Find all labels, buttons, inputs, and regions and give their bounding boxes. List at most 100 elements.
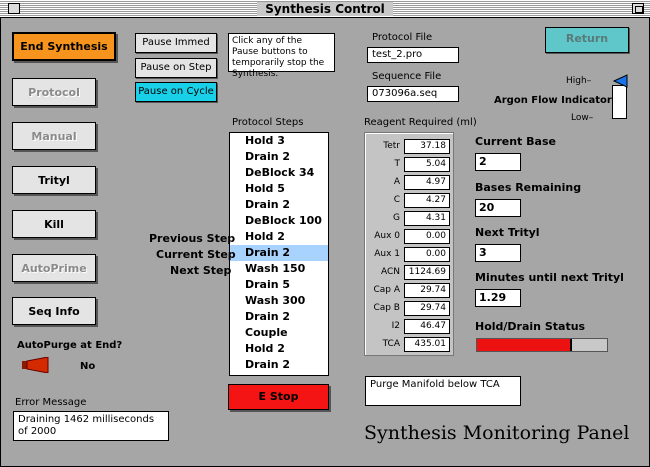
reagent-name: A (393, 177, 400, 187)
reagent-value: 29.74 (404, 301, 450, 316)
reagent-name: Cap B (373, 303, 400, 313)
reagent-row: G 4.31 (367, 210, 453, 227)
protocol-step-item[interactable]: Couple (230, 325, 328, 341)
reagent-row: ACN 1124.69 (367, 264, 453, 281)
protocol-steps-label: Protocol Steps (232, 117, 304, 128)
status-message-field: Purge Manifold below TCA (365, 376, 521, 406)
protocol-step-item[interactable]: DeBlock 100 (230, 213, 328, 229)
protocol-button[interactable]: Protocol (12, 78, 96, 106)
protocol-step-item[interactable]: Wash 150 (230, 261, 328, 277)
reagent-row: TCA 435.01 (367, 336, 453, 353)
autopurge-value: No (80, 361, 96, 372)
protocol-file-label: Protocol File (372, 32, 433, 43)
trityl-button[interactable]: Trityl (12, 166, 96, 194)
pause-help-text: Click any of the Pause buttons to tempor… (228, 33, 335, 79)
argon-flow-gauge (612, 85, 627, 119)
argon-low-label: Low– (571, 113, 594, 123)
reagent-name: TCA (382, 339, 400, 349)
protocol-step-item[interactable]: Wash 300 (230, 293, 328, 309)
reagent-name: Tetr (383, 141, 400, 151)
reagent-name: Aux 0 (374, 231, 400, 241)
sequence-file-label: Sequence File (372, 71, 442, 82)
reagent-row: Aux 1 0.00 (367, 246, 453, 263)
next-trityl-field: 3 (475, 244, 521, 262)
reagent-name: Aux 1 (374, 249, 400, 259)
reagent-value: 4.27 (404, 193, 450, 208)
protocol-step-item[interactable]: Drain 2 (230, 197, 328, 213)
reagent-row: Cap B 29.74 (367, 300, 453, 317)
pause-on-cycle-button[interactable]: Pause on Cycle (135, 82, 217, 102)
protocol-file-field: test_2.pro (367, 47, 459, 63)
protocol-step-item[interactable]: DeBlock 34 (230, 165, 328, 181)
autopurge-label: AutoPurge at End? (17, 340, 123, 351)
hold-drain-label: Hold/Drain Status (475, 320, 586, 333)
protocol-step-item[interactable]: Drain 2 (230, 357, 328, 373)
protocol-steps-list[interactable]: Hold 3 Drain 2 DeBlock 34 Hold 5 Drain 2 DeBl… (229, 132, 329, 376)
argon-high-label: High– (566, 76, 592, 86)
seq-info-button[interactable]: Seq Info (12, 297, 96, 325)
protocol-step-item[interactable]: Hold 2 (230, 341, 328, 357)
protocol-step-item[interactable]: Hold 3 (230, 133, 328, 149)
reagent-name: G (393, 213, 400, 223)
reagent-value: 37.18 (404, 139, 450, 154)
e-stop-button[interactable]: E Stop (228, 384, 329, 410)
error-message-label: Error Message (15, 397, 87, 408)
reagent-value: 46.47 (404, 319, 450, 334)
manual-button[interactable]: Manual (12, 122, 96, 150)
protocol-step-item[interactable]: Hold 2 (230, 229, 328, 245)
title-bar: Synthesis Control (0, 0, 650, 18)
reagent-value: 0.00 (404, 247, 450, 262)
argon-flow-label: Argon Flow Indicator (494, 95, 612, 106)
protocol-step-item[interactable]: Drain 2 (230, 245, 328, 261)
panel-title: Synthesis Monitoring Panel (364, 422, 630, 444)
previous-step-label: Previous Step (149, 232, 236, 245)
reagent-value: 0.00 (404, 229, 450, 244)
reagent-table: Tetr 37.18 T 5.04 A 4.97 C 4.27 G 4.31 Aux 0 0.00 Au… (364, 132, 454, 356)
protocol-step-item[interactable]: Hold 5 (230, 181, 328, 197)
protocol-step-item[interactable]: Drain 2 (230, 149, 328, 165)
hold-drain-progress-bar (476, 338, 608, 352)
bases-remaining-label: Bases Remaining (475, 181, 582, 194)
protocol-step-item[interactable]: Drain 2 (230, 309, 328, 325)
current-step-label: Current Step (156, 248, 236, 261)
autoprime-button[interactable]: AutoPrime (12, 254, 96, 282)
reagent-value: 4.31 (404, 211, 450, 226)
end-synthesis-button[interactable]: End Synthesis (12, 32, 116, 61)
reagent-value: 435.01 (404, 337, 450, 352)
window-title: Synthesis Control (0, 2, 650, 16)
current-base-label: Current Base (475, 135, 556, 148)
autopurge-toggle-icon[interactable] (22, 356, 52, 374)
reagent-name: I2 (391, 321, 400, 331)
reagent-row: Cap A 29.74 (367, 282, 453, 299)
reagent-row: I2 46.47 (367, 318, 453, 335)
reagent-value: 29.74 (404, 283, 450, 298)
kill-button[interactable]: Kill (12, 210, 96, 238)
reagent-row: A 4.97 (367, 174, 453, 191)
reagent-required-label: Reagent Required (ml) (364, 117, 477, 128)
hold-drain-progress-fill (477, 339, 572, 351)
reagent-value: 1124.69 (404, 265, 450, 280)
reagent-row: Aux 0 0.00 (367, 228, 453, 245)
reagent-name: C (393, 195, 400, 205)
sequence-file-field: 073096a.seq (367, 86, 459, 102)
reagent-row: Tetr 37.18 (367, 138, 453, 155)
current-base-field: 2 (475, 153, 521, 171)
reagent-name: ACN (380, 267, 400, 277)
reagent-value: 4.97 (404, 175, 450, 190)
zoom-box-icon[interactable] (632, 3, 644, 14)
reagent-name: T (394, 159, 401, 169)
argon-flow-marker-icon (612, 73, 628, 88)
error-message-field: Draining 1462 milliseconds of 2000 (13, 411, 169, 441)
reagent-name: Cap A (373, 285, 400, 295)
pause-immed-button[interactable]: Pause Immed (135, 33, 217, 53)
pause-on-step-button[interactable]: Pause on Step (135, 58, 217, 78)
protocol-step-item[interactable]: Drain 5 (230, 277, 328, 293)
minutes-until-label: Minutes until next Trityl (475, 271, 624, 284)
bases-remaining-field: 20 (475, 199, 521, 217)
next-trityl-label: Next Trityl (475, 226, 540, 239)
reagent-row: T 5.04 (367, 156, 453, 173)
next-step-label: Next Step (170, 264, 232, 277)
return-button[interactable]: Return (545, 27, 629, 53)
reagent-value: 5.04 (404, 157, 450, 172)
minutes-until-field: 1.29 (475, 289, 521, 307)
